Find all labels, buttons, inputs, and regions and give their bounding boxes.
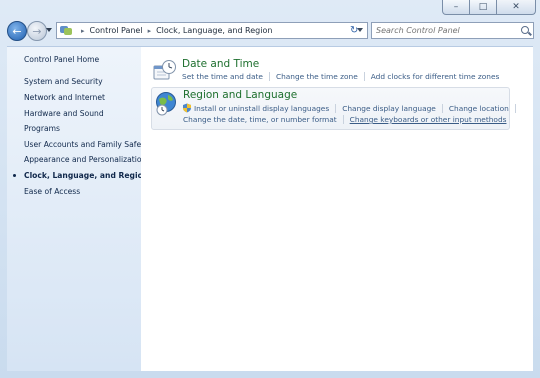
sidebar-item-clock-language-region: Clock, Language, and Region <box>24 171 149 180</box>
forward-button[interactable]: → <box>27 21 47 41</box>
search-input[interactable] <box>372 26 516 35</box>
breadcrumb-clock-language-region[interactable]: Clock, Language, and Region <box>156 26 272 35</box>
maximize-button[interactable]: □ <box>469 0 497 15</box>
link-install-uninstall-languages[interactable]: Install or uninstall display languages <box>194 104 329 113</box>
main-content: Date and Time Set the time and date Chan… <box>141 46 533 371</box>
breadcrumb: ▸ Control Panel ▸ Clock, Language, and R… <box>76 26 272 35</box>
close-icon: ✕ <box>512 2 520 12</box>
link-divider <box>268 72 270 81</box>
sidebar: Control Panel Home System and Security N… <box>7 46 149 371</box>
sidebar-item-appearance[interactable]: Appearance and Personalization <box>24 155 146 164</box>
control-panel-window: – □ ✕ ← → ▸ Control Panel ▸ Clock, Langu… <box>0 0 540 378</box>
search-icon[interactable] <box>521 26 529 34</box>
sidebar-item-hardware-and-sound[interactable]: Hardware and Sound <box>24 109 104 118</box>
forward-arrow-icon: → <box>32 24 42 38</box>
refresh-icon: ↻ <box>350 25 359 36</box>
link-change-time-zone[interactable]: Change the time zone <box>276 72 358 81</box>
current-location-bullet-icon <box>13 174 16 177</box>
refresh-button[interactable]: ↻ <box>350 25 358 36</box>
date-time-links: Set the time and date Change the time zo… <box>182 72 499 81</box>
link-divider <box>441 103 443 113</box>
maximize-icon: □ <box>478 2 488 12</box>
sidebar-item-system-and-security[interactable]: System and Security <box>24 77 103 86</box>
sidebar-item-ease-of-access[interactable]: Ease of Access <box>24 187 80 196</box>
link-change-display-language[interactable]: Change display language <box>342 104 436 113</box>
category-title-region-and-language[interactable]: Region and Language <box>183 89 297 101</box>
minimize-button[interactable]: – <box>442 0 470 15</box>
close-button[interactable]: ✕ <box>496 0 536 15</box>
breadcrumb-separator-icon: ▸ <box>81 26 85 35</box>
navigation-bar: ← → ▸ Control Panel ▸ Clock, Language, a… <box>0 18 540 44</box>
link-divider <box>514 103 516 113</box>
category-title-date-and-time[interactable]: Date and Time <box>182 58 259 70</box>
shield-icon <box>183 103 191 113</box>
breadcrumb-separator-icon[interactable]: ▸ <box>148 27 152 35</box>
region-language-links-row2: Change the date, time, or number format … <box>183 115 506 124</box>
category-date-and-time: Date and Time Set the time and date Chan… <box>151 57 508 85</box>
link-change-date-time-number-format[interactable]: Change the date, time, or number format <box>183 115 337 124</box>
link-change-keyboards[interactable]: Change keyboards or other input methods <box>350 115 507 124</box>
address-bar[interactable]: ▸ Control Panel ▸ Clock, Language, and R… <box>56 22 368 39</box>
minimize-icon: – <box>453 2 459 12</box>
sidebar-item-user-accounts[interactable]: User Accounts and Family Safety <box>24 140 149 149</box>
sidebar-item-network-and-internet[interactable]: Network and Internet <box>24 93 105 102</box>
window-controls: – □ ✕ <box>442 0 536 15</box>
globe-clock-icon <box>156 92 176 116</box>
region-language-links-row1: Install or uninstall display languages C… <box>182 103 522 113</box>
back-arrow-icon: ← <box>12 24 22 38</box>
link-divider <box>335 103 337 113</box>
link-set-time-and-date[interactable]: Set the time and date <box>182 72 263 81</box>
search-box[interactable] <box>371 22 534 39</box>
back-button[interactable]: ← <box>7 21 27 41</box>
link-change-location[interactable]: Change location <box>449 104 509 113</box>
control-panel-icon <box>60 25 72 36</box>
clock-calendar-icon <box>153 60 176 80</box>
recent-pages-dropdown[interactable] <box>46 28 52 32</box>
sidebar-item-programs[interactable]: Programs <box>24 124 60 133</box>
sidebar-item-control-panel-home[interactable]: Control Panel Home <box>24 55 99 64</box>
link-add-clocks[interactable]: Add clocks for different time zones <box>371 72 500 81</box>
link-divider <box>363 72 365 81</box>
breadcrumb-control-panel[interactable]: Control Panel <box>90 26 143 35</box>
link-divider <box>342 115 344 124</box>
category-region-and-language: Region and Language Install or uninstall… <box>151 87 516 130</box>
